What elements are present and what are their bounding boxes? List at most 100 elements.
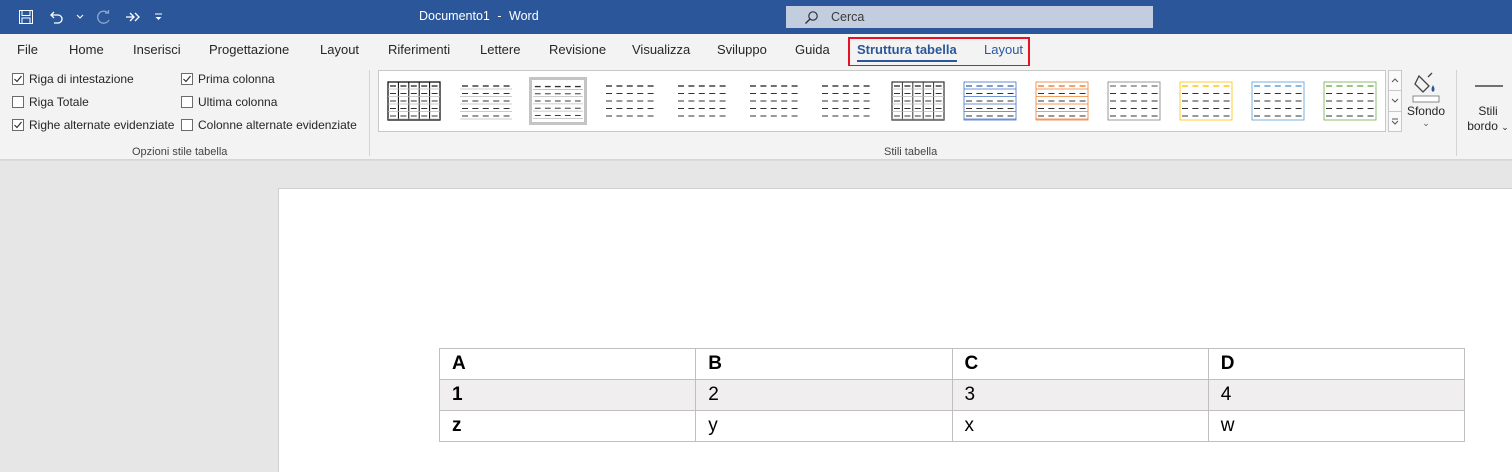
border-line-icon	[1475, 85, 1503, 87]
table-style-thumbnail[interactable]	[457, 77, 515, 125]
table-style-thumbnail[interactable]	[817, 77, 875, 125]
tab-layout[interactable]: Layout	[320, 42, 359, 57]
undo-button[interactable]	[44, 6, 68, 28]
table-style-preview-icon	[963, 81, 1017, 121]
gallery-scroll-up-button[interactable]	[1388, 70, 1402, 92]
table-style-preview-icon	[1035, 81, 1089, 121]
option-banded-rows[interactable]: Righe alternate evidenziate	[12, 118, 174, 132]
border-styles-label-text: bordo	[1467, 119, 1498, 133]
checkmark-icon	[183, 75, 191, 83]
chevron-down-icon	[76, 14, 84, 19]
table-cell[interactable]: z	[438, 410, 697, 442]
table-style-preview-icon	[460, 85, 512, 120]
option-label: Righe alternate evidenziate	[29, 118, 175, 132]
tab-home[interactable]: Home	[69, 42, 104, 57]
table-style-preview-icon	[891, 81, 945, 121]
checkbox-header-row[interactable]	[12, 73, 24, 85]
quick-access-toolbar	[14, 6, 164, 28]
table-cell[interactable]: 4	[1207, 379, 1466, 411]
document-table[interactable]: ABCD1234zyxw	[438, 348, 1466, 442]
table-style-thumbnail[interactable]	[1321, 77, 1379, 125]
gallery-more-button[interactable]	[1388, 111, 1402, 132]
table-cell[interactable]: C	[951, 348, 1209, 380]
table-row: ABCD	[438, 348, 1466, 380]
tab-help[interactable]: Guida	[795, 42, 830, 57]
paint-bucket-icon	[1412, 72, 1440, 103]
option-last-column[interactable]: Ultima colonna	[181, 95, 277, 109]
tab-developer[interactable]: Sviluppo	[717, 42, 767, 57]
table-style-thumbnail[interactable]	[1105, 77, 1163, 125]
checkmark-icon	[14, 75, 22, 83]
option-label: Riga Totale	[29, 95, 89, 109]
table-style-preview-icon	[1179, 81, 1233, 121]
window-title: Documento1 - Word	[419, 9, 539, 23]
checkbox-first-column[interactable]	[181, 73, 193, 85]
table-cell[interactable]: A	[438, 348, 697, 380]
table-row: zyxw	[438, 410, 1466, 442]
table-style-thumbnail[interactable]	[385, 77, 443, 125]
checkbox-last-column[interactable]	[181, 96, 193, 108]
table-style-thumbnail[interactable]	[529, 77, 587, 125]
tab-review[interactable]: Revisione	[549, 42, 606, 57]
option-banded-columns[interactable]: Colonne alternate evidenziate	[181, 118, 357, 132]
border-styles-label-line2: bordo ⌄	[1467, 119, 1509, 135]
title-separator: -	[497, 9, 502, 23]
checkbox-banded-rows[interactable]	[12, 119, 24, 131]
table-style-preview-icon	[1251, 81, 1305, 121]
option-label: Riga di intestazione	[29, 72, 134, 86]
option-first-column[interactable]: Prima colonna	[181, 72, 275, 86]
gallery-scroll-down-button[interactable]	[1388, 91, 1402, 112]
table-style-thumbnail[interactable]	[601, 77, 659, 125]
table-style-thumbnail[interactable]	[961, 77, 1019, 125]
save-button[interactable]	[14, 6, 38, 28]
chevron-down-icon	[1391, 99, 1399, 104]
repeat-button[interactable]	[122, 6, 146, 28]
option-label: Colonne alternate evidenziate	[198, 118, 357, 132]
table-style-thumbnail[interactable]	[1177, 77, 1235, 125]
tab-insert[interactable]: Inserisci	[133, 42, 181, 57]
table-cell[interactable]: y	[695, 410, 953, 442]
document-area: ABCD1234zyxw	[0, 161, 1512, 472]
table-style-preview-icon	[678, 85, 726, 117]
table-cell[interactable]: w	[1207, 410, 1466, 442]
redo-icon	[97, 10, 110, 24]
search-box[interactable]: Cerca	[786, 6, 1153, 28]
option-header-row[interactable]: Riga di intestazione	[12, 72, 134, 86]
option-label: Prima colonna	[198, 72, 275, 86]
shading-button[interactable]: Sfondo ⌄	[1406, 70, 1446, 128]
table-cell[interactable]: D	[1207, 348, 1466, 380]
tab-view[interactable]: Visualizza	[632, 42, 690, 57]
border-styles-button[interactable]: Stili bordo ⌄	[1466, 70, 1510, 135]
table-style-thumbnail[interactable]	[1033, 77, 1091, 125]
tab-file[interactable]: File	[17, 42, 38, 57]
customize-icon	[154, 13, 162, 20]
border-styles-label-line1: Stili	[1478, 104, 1498, 118]
checkbox-banded-columns[interactable]	[181, 119, 193, 131]
table-style-thumbnail[interactable]	[889, 77, 947, 125]
table-cell[interactable]: x	[951, 410, 1209, 442]
customize-qat-button[interactable]	[152, 6, 164, 28]
undo-dropdown[interactable]	[74, 6, 86, 28]
table-style-preview-icon	[1323, 81, 1377, 121]
table-cell[interactable]: 2	[695, 379, 953, 411]
table-style-thumbnail[interactable]	[745, 77, 803, 125]
table-style-thumbnail[interactable]	[1249, 77, 1307, 125]
save-icon	[19, 10, 33, 24]
tab-mailings[interactable]: Lettere	[480, 42, 520, 57]
table-style-thumbnail[interactable]	[673, 77, 731, 125]
option-total-row[interactable]: Riga Totale	[12, 95, 89, 109]
tab-design[interactable]: Progettazione	[209, 42, 289, 57]
ribbon-body: Riga di intestazione Riga Totale Righe a…	[0, 66, 1512, 160]
checkmark-icon	[14, 121, 22, 129]
table-styles-gallery	[378, 70, 1386, 132]
checkbox-total-row[interactable]	[12, 96, 24, 108]
search-placeholder: Cerca	[831, 10, 865, 24]
highlight-annotation-box	[848, 37, 1030, 67]
table-cell[interactable]: B	[695, 348, 953, 380]
document-page[interactable]: ABCD1234zyxw	[278, 188, 1512, 472]
redo-button[interactable]	[92, 6, 116, 28]
table-cell[interactable]: 1	[438, 379, 697, 411]
tab-references[interactable]: Riferimenti	[388, 42, 450, 57]
table-cell[interactable]: 3	[951, 379, 1209, 411]
chevron-down-icon: ⌄	[1501, 122, 1509, 132]
